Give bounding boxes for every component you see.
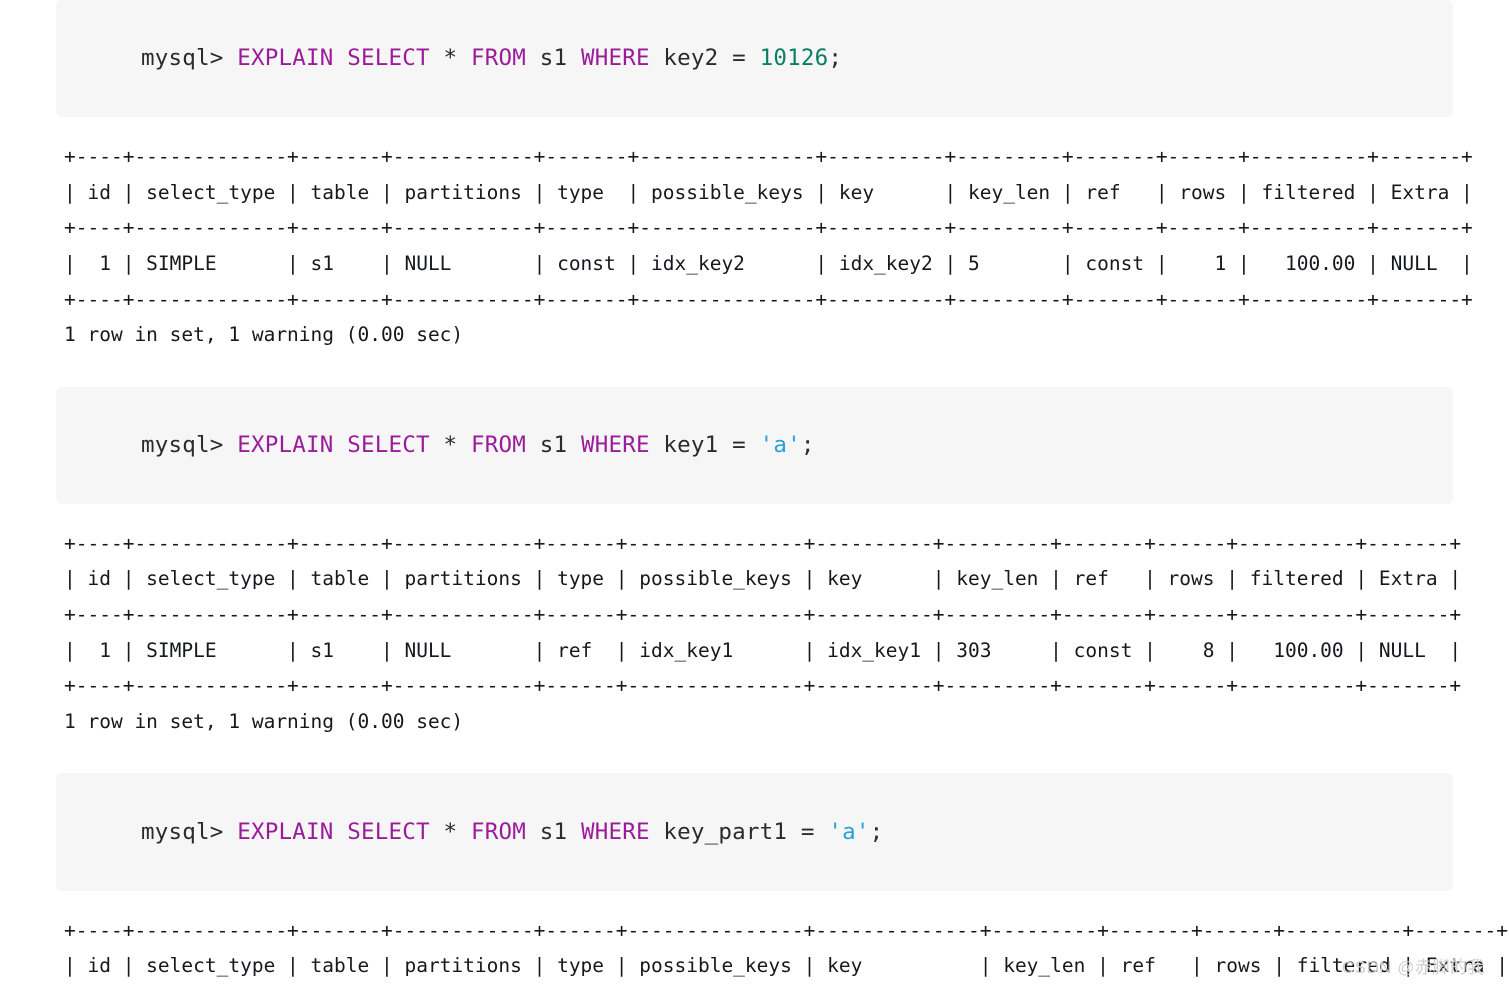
sql-token-star: * xyxy=(443,432,458,459)
sql-token-prompt: mysql> xyxy=(141,45,238,72)
sql-token-keyword: FROM xyxy=(470,818,526,845)
sql-token-op: = xyxy=(732,432,746,459)
sql-token-op: = xyxy=(732,45,746,72)
sql-token-ident: key2 xyxy=(649,45,733,72)
sql-command-text-2: mysql> EXPLAIN SELECT * FROM s1 WHERE ke… xyxy=(141,432,815,458)
sql-token-punct: ; xyxy=(800,432,815,459)
sql-token-ident: key_part1 xyxy=(649,818,801,845)
sql-token-number: 10126 xyxy=(759,45,829,72)
sql-token-ident: s1 xyxy=(525,432,581,459)
sql-token-keyword: FROM xyxy=(470,45,526,72)
sql-token-prompt: mysql> xyxy=(141,818,238,845)
sql-command-text-3: mysql> EXPLAIN SELECT * FROM s1 WHERE ke… xyxy=(141,819,883,845)
sql-token-plain xyxy=(457,45,471,71)
sql-token-keyword: WHERE xyxy=(580,818,650,845)
sql-token-star: * xyxy=(443,818,458,845)
csdn-watermark: CSDN @赤脚的我 xyxy=(1341,958,1485,977)
sql-token-ident: key1 xyxy=(649,432,733,459)
sql-token-keyword: EXPLAIN xyxy=(237,818,334,845)
sql-token-plain xyxy=(333,45,347,71)
sql-token-keyword: FROM xyxy=(470,432,526,459)
sql-token-plain xyxy=(815,819,829,845)
sql-token-prompt: mysql> xyxy=(141,432,238,459)
explain-result-table-2: +----+-------------+-------+------------… xyxy=(64,531,1462,698)
terminal-transcript-page: mysql> EXPLAIN SELECT * FROM s1 WHERE ke… xyxy=(0,0,1509,990)
sql-token-punct: ; xyxy=(869,818,884,845)
sql-command-block-2[interactable]: mysql> EXPLAIN SELECT * FROM s1 WHERE ke… xyxy=(56,386,1453,504)
sql-token-keyword: WHERE xyxy=(580,45,650,72)
sql-token-plain xyxy=(333,432,347,458)
sql-token-keyword: SELECT xyxy=(347,432,430,459)
explain-result-table-1: +----+-------------+-------+------------… xyxy=(64,145,1473,311)
sql-token-op: = xyxy=(800,818,815,845)
sql-token-ident: s1 xyxy=(525,818,581,845)
sql-token-keyword: EXPLAIN xyxy=(237,432,334,459)
sql-token-plain xyxy=(333,819,347,845)
sql-token-ident: s1 xyxy=(525,45,581,72)
sql-token-plain xyxy=(746,432,760,458)
sql-token-plain xyxy=(430,819,444,845)
sql-token-plain xyxy=(457,819,471,845)
result-status-line-1: 1 row in set, 1 warning (0.00 sec) xyxy=(64,323,464,347)
sql-token-keyword: EXPLAIN xyxy=(237,45,334,72)
sql-command-block-1[interactable]: mysql> EXPLAIN SELECT * FROM s1 WHERE ke… xyxy=(56,0,1453,118)
sql-token-string: 'a' xyxy=(828,818,870,845)
result-status-line-2: 1 row in set, 1 warning (0.00 sec) xyxy=(64,709,464,733)
sql-token-plain xyxy=(430,432,444,458)
sql-token-star: * xyxy=(443,45,458,72)
sql-token-string: 'a' xyxy=(759,432,801,459)
sql-token-keyword: SELECT xyxy=(347,45,430,72)
sql-token-plain xyxy=(457,432,471,458)
sql-command-text-1: mysql> EXPLAIN SELECT * FROM s1 WHERE ke… xyxy=(141,45,842,71)
sql-token-plain xyxy=(746,45,760,71)
sql-token-keyword: WHERE xyxy=(580,432,650,459)
sql-token-keyword: SELECT xyxy=(347,818,430,845)
sql-command-block-3[interactable]: mysql> EXPLAIN SELECT * FROM s1 WHERE ke… xyxy=(56,773,1453,891)
explain-result-table-3: +----+-------------+-------+------------… xyxy=(64,918,1509,990)
sql-token-punct: ; xyxy=(828,45,843,72)
sql-token-plain xyxy=(430,45,444,71)
